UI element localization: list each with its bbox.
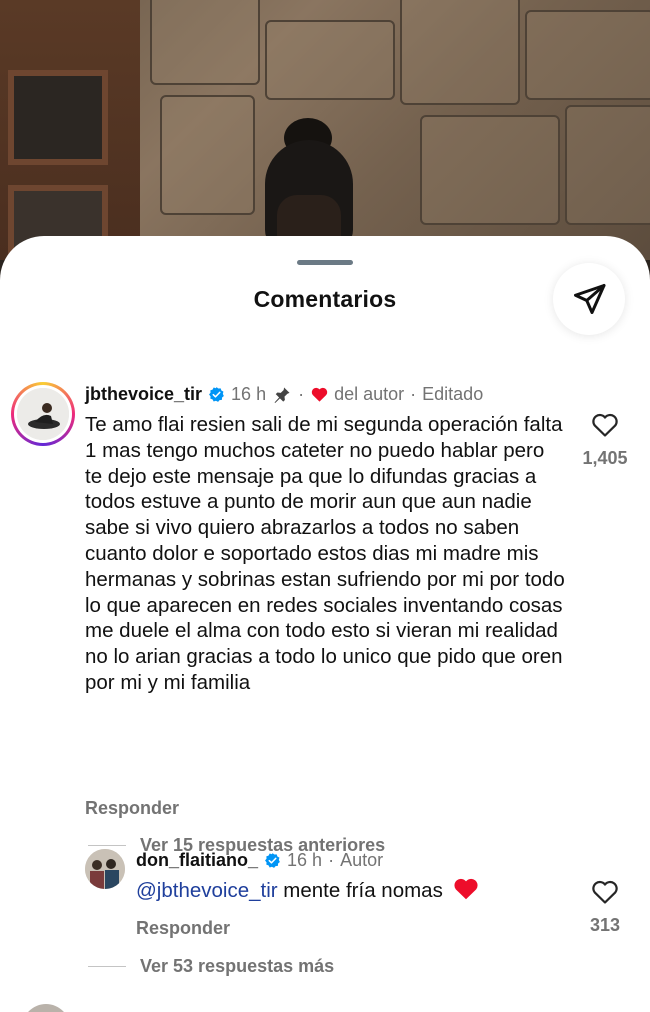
reply-avatar[interactable]	[85, 849, 125, 889]
background-video-frame	[0, 0, 650, 260]
comment-meta: jbthevoice_tir 16 h · del autor · Editad…	[85, 384, 483, 405]
reply-text-body: mente fría nomas	[277, 879, 443, 902]
comment-username[interactable]: jbthevoice_tir	[85, 384, 202, 405]
reply-button[interactable]: Responder	[85, 798, 179, 819]
group-photo-icon	[85, 849, 125, 889]
stone-texture	[160, 95, 255, 215]
verified-badge-icon	[209, 387, 224, 402]
like-control: 313	[570, 879, 640, 936]
heart-filled-icon	[311, 387, 328, 402]
edited-label: Editado	[422, 384, 484, 404]
reply-button[interactable]: Responder	[136, 918, 230, 939]
red-heart-emoji-icon	[453, 878, 478, 900]
avatar-image	[17, 388, 69, 440]
send-icon	[574, 284, 606, 314]
meta-separator: ·	[298, 384, 305, 404]
stone-texture	[400, 0, 520, 105]
person-lying-icon	[17, 388, 69, 440]
reply-text: @jbthevoice_tir mente fría nomas	[136, 877, 556, 904]
heart-outline-icon[interactable]	[591, 879, 619, 905]
like-control: 1,405	[570, 412, 640, 469]
comment-text: Te amo flai resien sali de mi segunda op…	[85, 413, 565, 694]
thread-line	[88, 965, 126, 968]
meta-separator: ·	[328, 850, 335, 870]
thread-line	[88, 844, 126, 847]
pin-icon	[274, 387, 290, 403]
comments-sheet: Comentarios jbthevoice_tir 16 h · del au…	[0, 236, 650, 1012]
drag-handle[interactable]	[297, 260, 353, 265]
author-like-label: del autor	[334, 384, 405, 404]
verified-badge-icon	[265, 853, 280, 868]
stone-texture	[265, 20, 395, 100]
avatar[interactable]	[11, 382, 75, 446]
stone-texture	[150, 0, 260, 85]
reply-username[interactable]: don_flaitiano_	[136, 850, 258, 871]
reply-time: 16 h	[287, 850, 323, 870]
like-count: 1,405	[582, 448, 628, 468]
stone-texture	[525, 10, 650, 100]
comment-time: 16 h	[231, 384, 267, 404]
window	[8, 70, 108, 165]
share-button[interactable]	[553, 263, 625, 335]
view-more-label: Ver 53 respuestas más	[140, 956, 335, 976]
stone-texture	[565, 105, 650, 225]
view-more-replies[interactable]: Ver 53 respuestas más	[88, 956, 334, 977]
mention-link[interactable]: @jbthevoice_tir	[136, 879, 278, 902]
stone-texture	[420, 115, 560, 225]
like-count: 313	[589, 915, 621, 935]
reply-meta: don_flaitiano_ 16 h · Autor	[136, 850, 383, 871]
author-label: Autor	[340, 850, 384, 870]
meta-separator: ·	[410, 384, 417, 404]
heart-outline-icon[interactable]	[591, 412, 619, 438]
next-comment-avatar[interactable]	[22, 1004, 70, 1012]
